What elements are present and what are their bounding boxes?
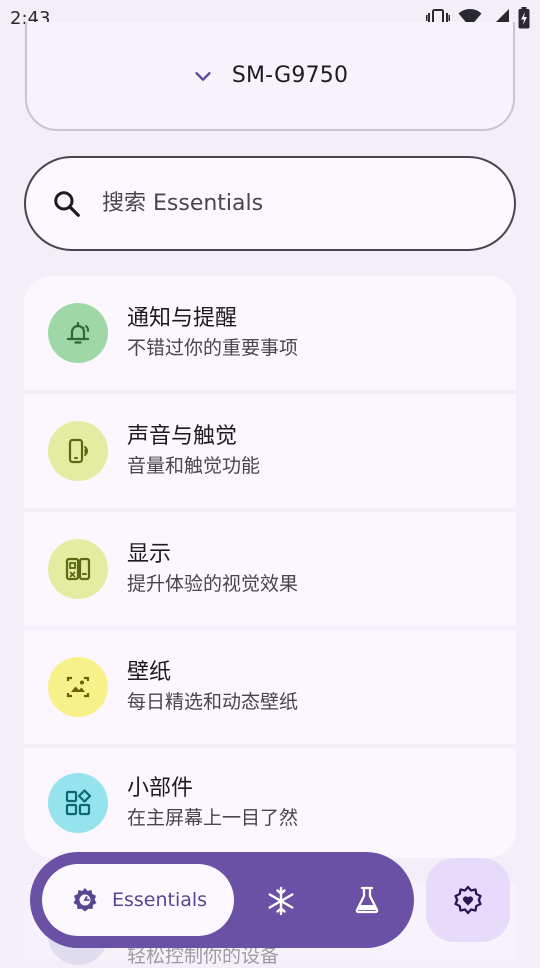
device-selector[interactable]: SM-G9750 <box>25 22 515 131</box>
item-title: 通知与提醒 <box>127 306 238 331</box>
list-item-display[interactable]: 显示 提升体验的视觉效果 <box>24 512 516 626</box>
list-item-sound-haptics[interactable]: 声音与触觉 音量和触觉功能 <box>24 394 516 508</box>
item-subtitle: 在主屏幕上一目了然 <box>127 807 299 829</box>
chevron-down-icon <box>195 71 211 81</box>
item-title: 显示 <box>127 542 172 567</box>
item-title: 壁纸 <box>127 660 172 685</box>
widgets-icon <box>65 789 92 816</box>
item-text: 显示 提升体验的视觉效果 <box>127 540 298 598</box>
list-item-wallpaper[interactable]: 壁纸 每日精选和动态壁纸 <box>24 630 516 744</box>
item-text: 壁纸 每日精选和动态壁纸 <box>127 658 298 716</box>
snowflake-icon[interactable] <box>266 886 296 916</box>
flask-icon[interactable] <box>352 885 382 915</box>
settings-gear-icon <box>454 885 482 915</box>
item-title: 小部件 <box>127 776 194 801</box>
item-icon-bg <box>48 773 108 833</box>
search-input[interactable] <box>102 191 462 216</box>
settings-button[interactable] <box>426 858 510 942</box>
item-icon-bg <box>48 539 108 599</box>
item-subtitle: 每日精选和动态壁纸 <box>127 691 299 713</box>
list-item-widgets[interactable]: 小部件 在主屏幕上一目了然 <box>24 748 516 858</box>
list-item-notifications[interactable]: 通知与提醒 不错过你的重要事项 <box>24 276 516 390</box>
item-subtitle: 提升体验的视觉效果 <box>127 573 299 595</box>
search-bar[interactable] <box>24 156 516 251</box>
item-text: 声音与触觉 音量和触觉功能 <box>127 422 260 480</box>
device-name: SM-G9750 <box>231 63 349 88</box>
item-icon-bg <box>48 657 108 717</box>
display-devices-icon <box>65 557 91 581</box>
phone-vibration-icon <box>68 438 88 464</box>
item-text: 通知与提醒 不错过你的重要事项 <box>127 304 298 362</box>
item-subtitle: 不错过你的重要事项 <box>127 337 299 359</box>
wallpaper-image-icon <box>66 676 90 698</box>
item-text: 小部件 在主屏幕上一目了然 <box>127 774 298 832</box>
item-title: 声音与触觉 <box>127 424 238 449</box>
bottom-navigation: Essentials <box>30 852 414 948</box>
nav-tab-essentials[interactable]: Essentials <box>42 864 234 936</box>
item-icon-bg <box>48 303 108 363</box>
essentials-gear-icon <box>73 888 97 912</box>
search-icon <box>54 190 80 217</box>
category-list: 通知与提醒 不错过你的重要事项 声音与触觉 音量和触觉功能 显示 提升体验的视觉… <box>24 276 516 862</box>
notification-bell-icon <box>66 321 90 344</box>
item-subtitle: 音量和触觉功能 <box>127 455 261 477</box>
nav-tab-essentials-label: Essentials <box>112 889 208 911</box>
battery-charging-icon <box>518 7 530 29</box>
item-icon-bg <box>48 421 108 481</box>
